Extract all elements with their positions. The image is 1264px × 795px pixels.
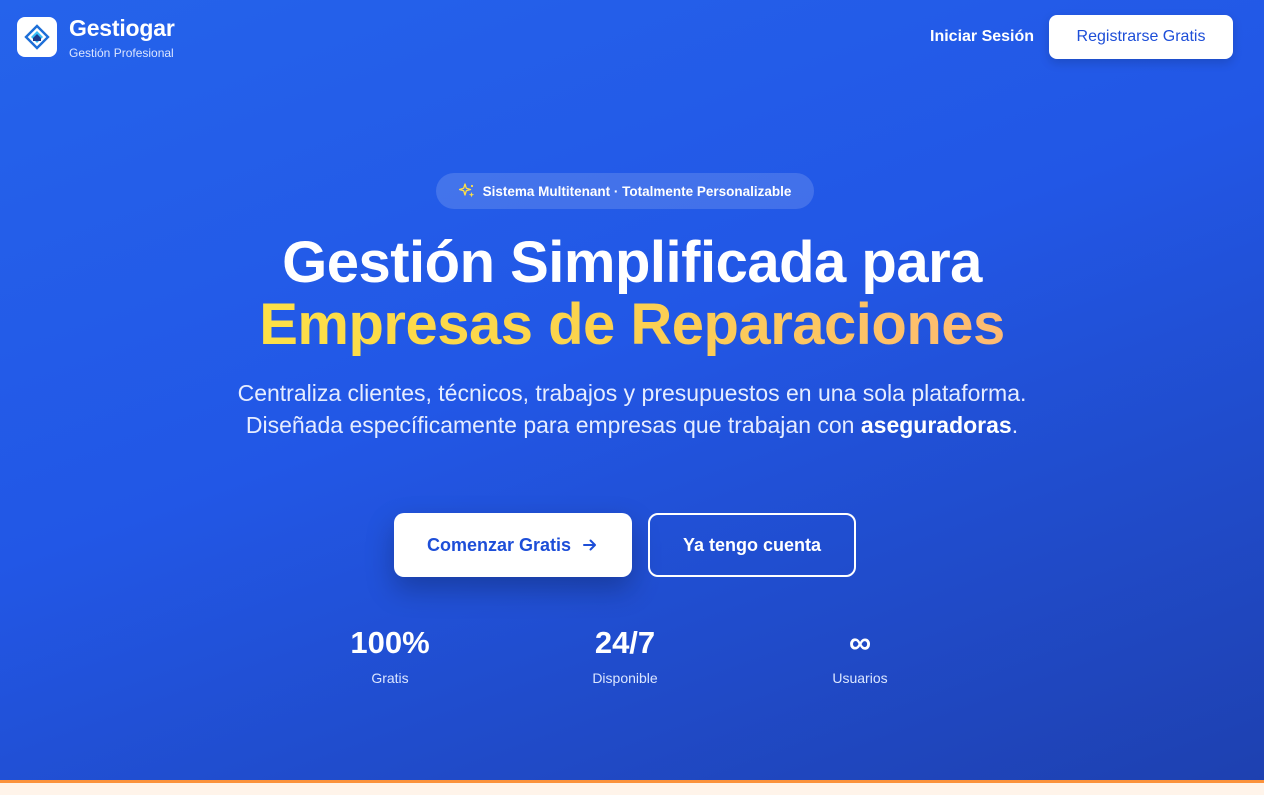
logo[interactable]: [17, 17, 57, 57]
brand-subtitle: Gestión Profesional: [69, 46, 174, 60]
next-section-edge: [0, 780, 1264, 795]
arrow-right-icon: [583, 539, 597, 551]
hero-title-line2: Empresas de Reparaciones: [0, 290, 1264, 360]
stat-free: 100% Gratis: [290, 624, 490, 686]
feature-badge: Sistema Multitenant · Totalmente Persona…: [436, 173, 814, 209]
stat-availability: 24/7 Disponible: [525, 624, 725, 686]
badge-text: Sistema Multitenant · Totalmente Persona…: [482, 183, 792, 199]
hero-description-end: .: [1011, 412, 1019, 438]
hero-title-highlight: Empresas de Reparaciones: [259, 292, 1005, 357]
hero-description-bold: aseguradoras: [860, 412, 1012, 438]
stat-value: 100%: [350, 625, 430, 660]
start-free-button[interactable]: Comenzar Gratis: [394, 513, 632, 577]
have-account-button[interactable]: Ya tengo cuenta: [648, 513, 856, 577]
login-link[interactable]: Iniciar Sesión: [930, 28, 1034, 46]
stat-label: Gratis: [371, 670, 409, 686]
stat-label: Disponible: [592, 670, 658, 686]
hero-description: Centraliza clientes, técnicos, trabajos …: [232, 377, 1032, 441]
stat-value: 24/7: [594, 625, 656, 660]
landing-page: Gestiogar Gestión Profesional Iniciar Se…: [0, 0, 1264, 795]
start-free-label: Comenzar Gratis: [426, 534, 572, 555]
house-diamond-logo-icon: [24, 24, 50, 50]
sparkles-icon: [458, 183, 474, 198]
brand-name: Gestiogar: [69, 15, 175, 41]
register-button[interactable]: Registrarse Gratis: [1049, 15, 1233, 59]
top-navbar: Gestiogar Gestión Profesional Iniciar Se…: [0, 0, 1264, 76]
hero-title-line1: Gestión Simplificada para: [282, 230, 982, 295]
stat-label: Usuarios: [832, 670, 888, 686]
stat-users: ∞ Usuarios: [760, 624, 960, 686]
stat-value: ∞: [848, 625, 872, 660]
